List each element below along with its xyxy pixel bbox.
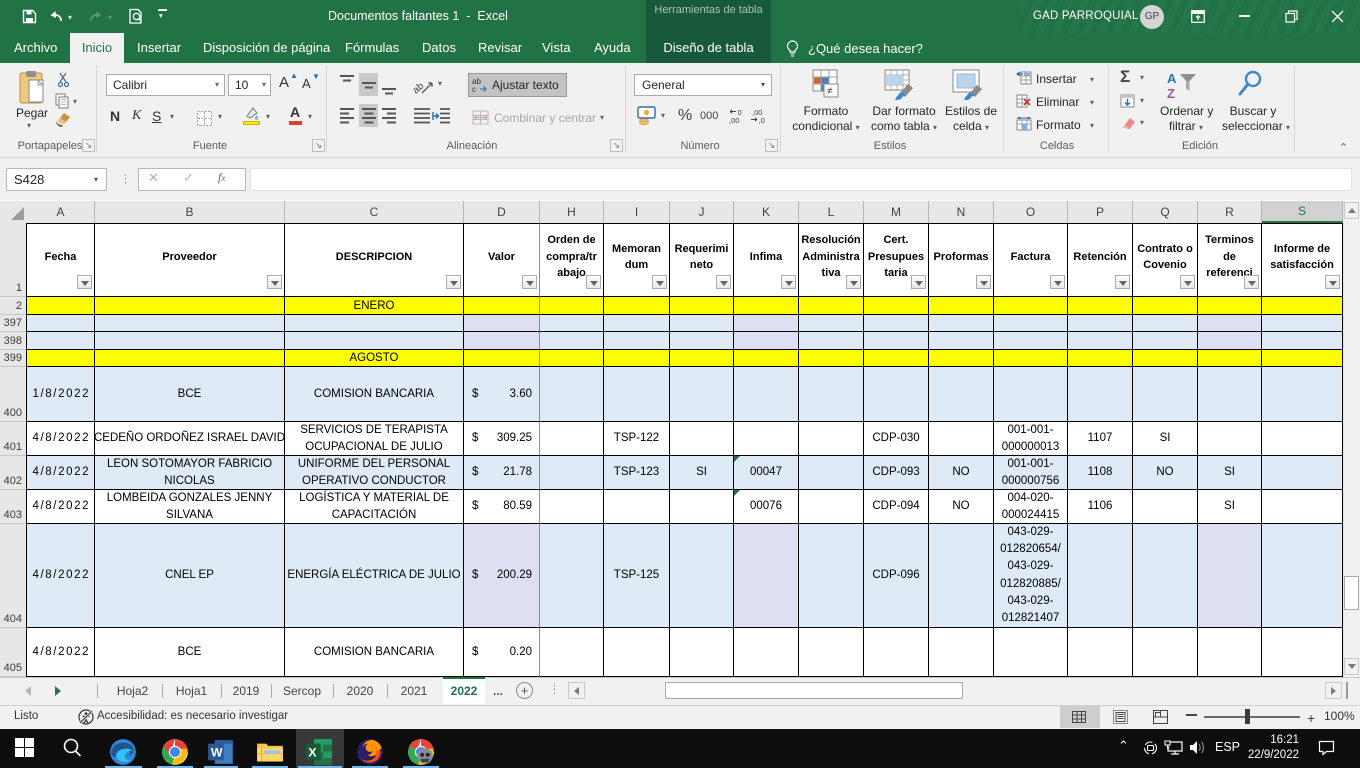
svg-text:X: X <box>308 745 317 759</box>
svg-text:≠: ≠ <box>827 86 833 97</box>
svg-text:ab: ab <box>413 80 427 94</box>
svg-text:A: A <box>1167 71 1177 86</box>
svg-text:c: c <box>472 85 476 93</box>
svg-text:,0: ,0 <box>759 116 765 124</box>
svg-text:,00: ,00 <box>729 116 739 124</box>
svg-text:Z: Z <box>1167 86 1175 101</box>
svg-text:W: W <box>211 745 223 759</box>
